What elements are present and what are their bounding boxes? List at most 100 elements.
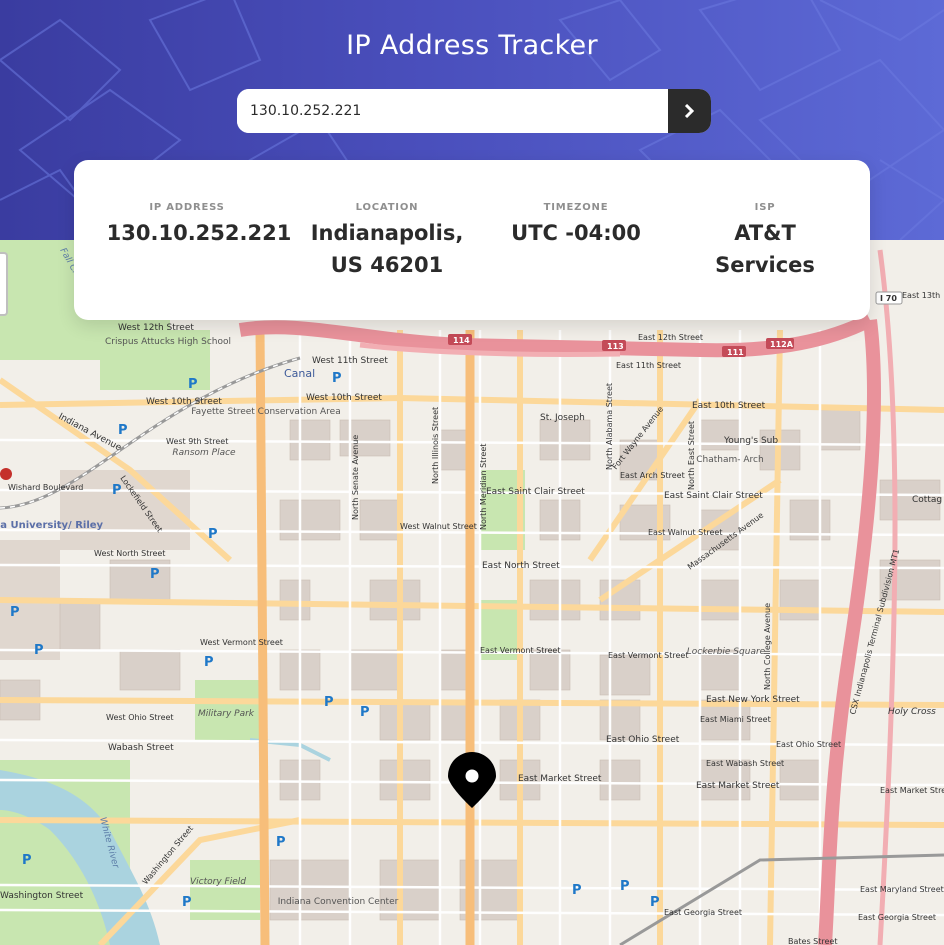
ip-address-label: IP ADDRESS [149,202,225,213]
map-label: East Market Street [880,786,944,795]
map-label: Lockerbie Square [687,647,766,657]
map-label: Wishard Boulevard [8,483,83,492]
highway-shield: I 70 [880,294,897,303]
isp-label: ISP [754,202,776,213]
map-label: Holy Cross [888,707,936,717]
map-label: East Ohio Street [606,735,680,745]
map-label: East Ohio Street [776,740,841,749]
map-label: East North Street [482,561,560,571]
map-label: West Ohio Street [106,713,174,722]
map-label: East Maryland Street [860,885,944,894]
map-label: East Miami Street [700,715,771,724]
map-label: Canal [284,367,315,380]
map-label: Indiana University/ Riley [0,520,104,531]
map-label: Indiana Convention Center [278,897,399,907]
map-label: West 11th Street [312,356,388,366]
map-label: East Walnut Street [648,528,722,537]
svg-text:P: P [324,695,334,710]
map-label: East 11th Street [616,361,681,370]
map-label: East Georgia Street [664,908,742,917]
map-label: West 9th Street [166,437,228,446]
ip-info-card: IP ADDRESS 130.10.252.221 LOCATION India… [74,160,870,320]
ip-address-value: 130.10.252.221 [106,221,292,245]
map-label: North East Street [687,421,696,490]
map-label: Fayette Street Conservation Area [191,407,340,417]
highway-shield: 111 [727,348,744,357]
svg-text:P: P [572,883,582,898]
map-label: Crispus Attucks High School [105,337,231,347]
map-label: East Saint Clair Street [486,487,585,497]
map-label: St. Joseph [540,413,585,423]
map-label: Military Park [198,709,255,719]
map-label: East Market Street [518,774,602,784]
map-label: West Vermont Street [200,638,283,647]
svg-text:P: P [620,879,630,894]
map-zoom-control[interactable] [0,252,8,316]
page-title: IP Address Tracker [346,30,598,61]
svg-text:P: P [204,655,214,670]
svg-text:P: P [188,377,198,392]
highway-shield: 112A [770,340,794,349]
info-ip: IP ADDRESS 130.10.252.221 [104,202,294,249]
map-label: Ransom Place [172,448,236,458]
location-pin-icon[interactable] [448,752,496,808]
svg-text:P: P [360,705,370,720]
svg-text:P: P [34,643,44,658]
map-label: East New York Street [706,695,800,705]
map-label: East Wabash Street [706,759,784,768]
map-label: Cottag [912,495,942,505]
hospital-icon [0,468,12,480]
map-label: East 13th [902,291,940,300]
map-label: Bates Street [788,937,837,945]
map-label: East Saint Clair Street [664,491,763,501]
map-canvas[interactable]: West 12th Street West 11th Street West 1… [0,240,944,945]
map-label: West North Street [94,549,165,558]
svg-text:P: P [118,423,128,438]
svg-text:P: P [208,527,218,542]
isp-value: AT&T Services [715,221,815,277]
map-label: East Vermont Street [480,646,560,655]
svg-text:P: P [182,895,192,910]
map-label: North Meridian Street [479,444,488,530]
info-isp: ISP AT&T Services [690,202,840,281]
map-label: East 10th Street [692,401,766,411]
map-label: East 12th Street [638,333,703,342]
svg-text:P: P [112,483,122,498]
svg-text:P: P [22,853,32,868]
map-label: North Alabama Street [605,383,614,470]
map-label: East Market Street [696,781,780,791]
svg-text:P: P [332,371,342,386]
map-label: Young's Sub [723,436,778,446]
map-label: West 12th Street [118,323,194,333]
svg-text:P: P [650,895,660,910]
map-label: Victory Field [190,877,246,887]
timezone-value: UTC -04:00 [511,221,641,245]
svg-text:P: P [10,605,20,620]
map-label: West 10th Street [146,397,222,407]
highway-shield: 113 [607,342,624,351]
chevron-right-icon [684,104,695,118]
search-bar [237,89,711,133]
map-label: East Georgia Street [858,913,936,922]
location-value: Indianapolis, US 46201 [310,221,464,277]
timezone-label: TIMEZONE [543,202,609,213]
location-label: LOCATION [355,202,419,213]
map-label: West Walnut Street [400,522,477,531]
map-label: Chatham- Arch [696,455,763,465]
ip-search-input[interactable] [237,89,668,133]
map-label: North Senate Avenue [351,435,360,520]
highway-shield: 114 [453,336,470,345]
map[interactable]: West 12th Street West 11th Street West 1… [0,240,944,945]
search-submit-button[interactable] [668,89,711,133]
map-label: East Vermont Street [608,651,688,660]
map-label: Indiana Avenue [57,412,124,454]
svg-text:P: P [150,567,160,582]
info-location: LOCATION Indianapolis, US 46201 [302,202,472,281]
info-timezone: TIMEZONE UTC -04:00 [496,202,656,249]
map-label: West 10th Street [306,393,382,403]
map-label: Washington Street [0,891,84,901]
map-label: Wabash Street [108,743,174,753]
map-label: East Arch Street [620,471,685,480]
map-label: North Illinois Street [431,407,440,484]
svg-text:P: P [276,835,286,850]
